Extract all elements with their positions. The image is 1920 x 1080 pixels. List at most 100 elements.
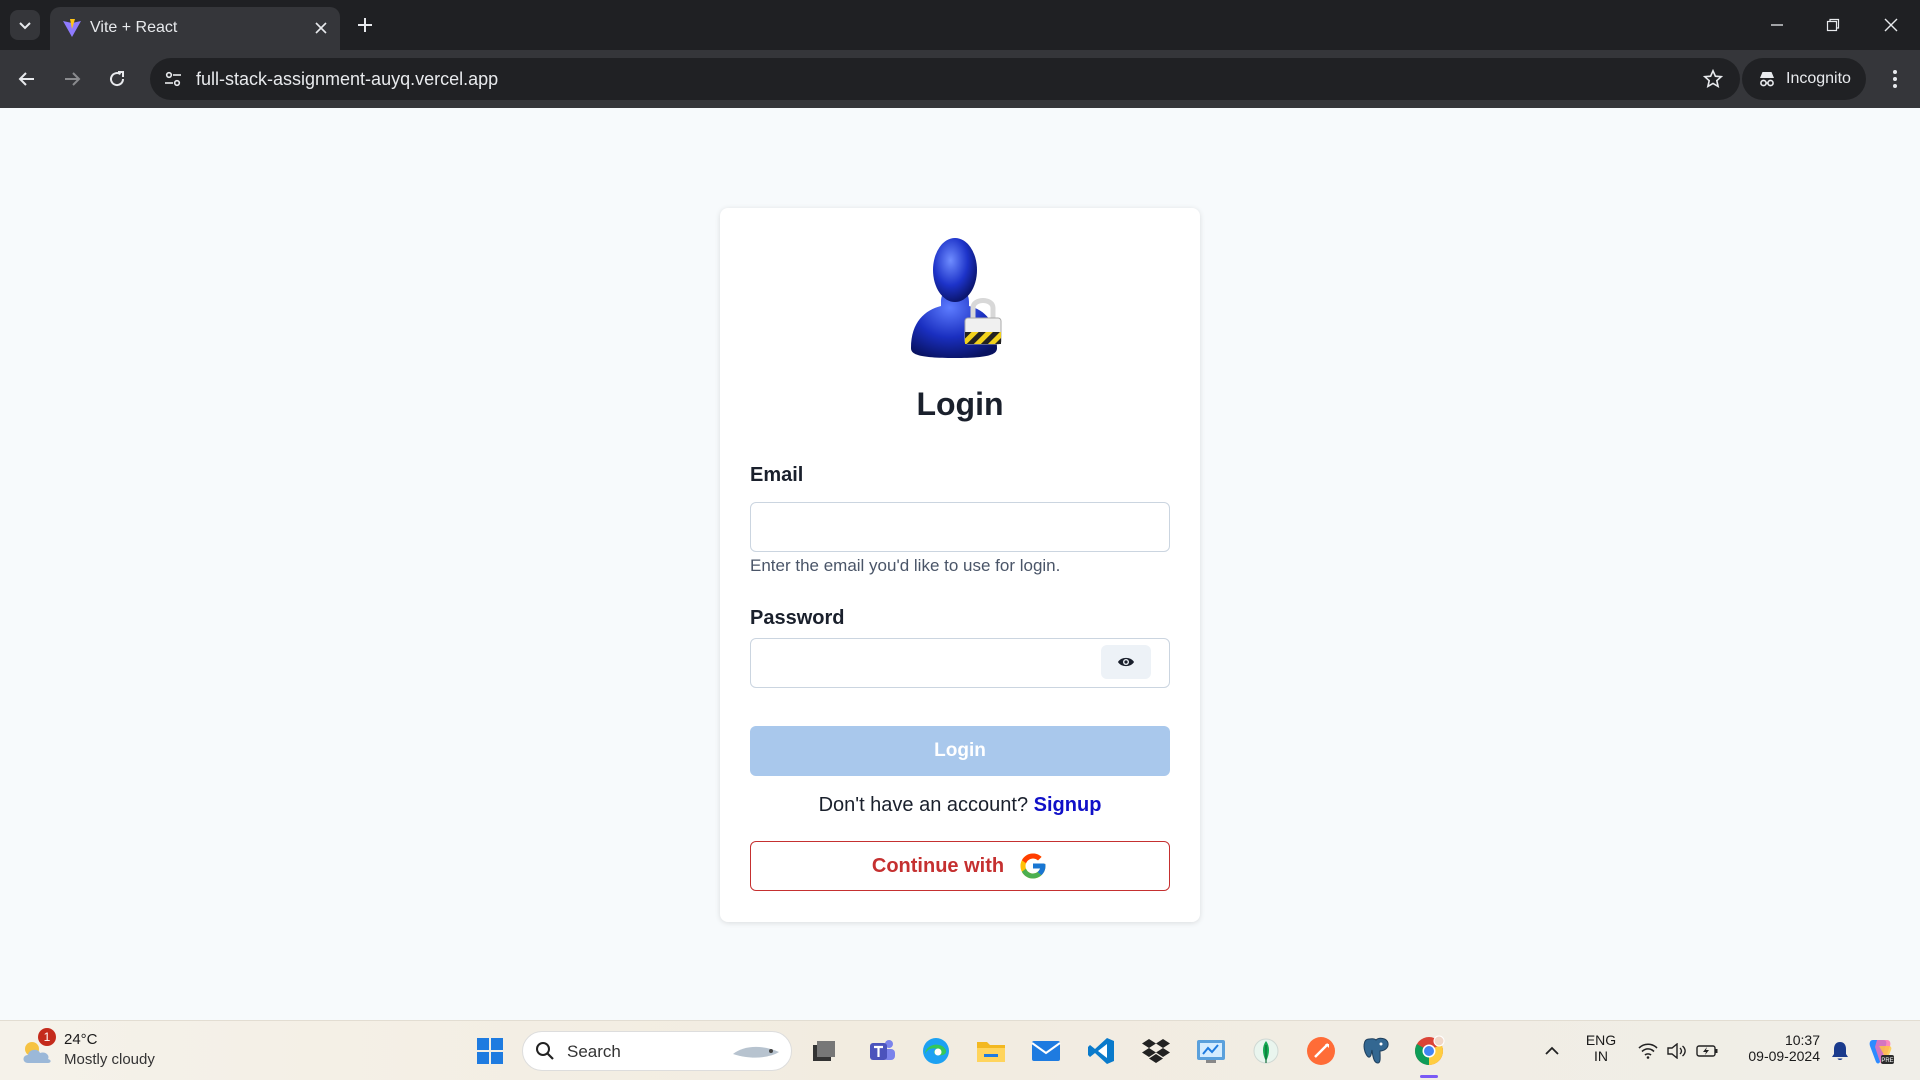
- star-icon: [1703, 69, 1723, 89]
- clock-time: 10:37: [1784, 1032, 1820, 1048]
- arrow-right-icon: [65, 72, 81, 86]
- battery-charging-icon: [1696, 1045, 1718, 1057]
- tune-icon: [165, 71, 181, 87]
- mail-icon: [1031, 1041, 1061, 1061]
- chevron-up-icon: [1545, 1046, 1559, 1055]
- dropbox-button[interactable]: [1136, 1031, 1176, 1071]
- close-icon: [1884, 18, 1898, 32]
- postman-icon: [1307, 1037, 1335, 1065]
- restore-icon: [1826, 18, 1840, 32]
- incognito-icon: [1760, 72, 1774, 87]
- file-explorer-button[interactable]: [971, 1031, 1011, 1071]
- teams-icon: [870, 1040, 895, 1060]
- weather-condition: Mostly cloudy: [64, 1051, 155, 1068]
- bookmark-button[interactable]: [1702, 68, 1724, 90]
- login-card: Login Email Enter the email you'd like t…: [720, 208, 1200, 922]
- login-heading: Login: [916, 386, 1004, 422]
- browser-tab[interactable]: Vite + React: [50, 7, 340, 50]
- postgresql-icon: [1363, 1037, 1389, 1064]
- clock-date: 09-09-2024: [1748, 1048, 1820, 1064]
- signup-prompt-row: Don't have an account? Signup: [720, 794, 1200, 817]
- toggle-password-visibility-button[interactable]: [1101, 645, 1151, 679]
- url-text: full-stack-assignment-auyq.vercel.app: [196, 69, 499, 89]
- email-field[interactable]: [750, 502, 1170, 552]
- browser-menu-button[interactable]: [1880, 64, 1910, 94]
- clock[interactable]: 10:37 09-09-2024: [1730, 1032, 1820, 1064]
- address-bar[interactable]: full-stack-assignment-auyq.vercel.app: [150, 58, 1740, 100]
- postgresql-button[interactable]: [1356, 1031, 1396, 1071]
- eye-icon: [1118, 657, 1134, 667]
- language-code: ENG: [1585, 1032, 1617, 1048]
- arrow-left-icon: [18, 72, 34, 86]
- minimize-button[interactable]: [1762, 10, 1792, 40]
- bell-icon: [1832, 1042, 1848, 1060]
- battery-button[interactable]: [1694, 1031, 1720, 1071]
- forward-button[interactable]: [57, 64, 87, 94]
- mongodb-compass-button[interactable]: [1246, 1031, 1286, 1071]
- new-tab-button[interactable]: [352, 12, 378, 38]
- minimize-icon: [1771, 24, 1783, 26]
- edge-icon: [923, 1038, 949, 1064]
- close-icon: [315, 22, 327, 34]
- taskbar-search-placeholder: Search: [567, 1042, 621, 1061]
- vscode-button[interactable]: [1081, 1031, 1121, 1071]
- wifi-icon: [1638, 1043, 1658, 1059]
- postman-button[interactable]: [1301, 1031, 1341, 1071]
- mongodb-icon: [1253, 1038, 1279, 1064]
- continue-with-google-button[interactable]: Continue with: [750, 841, 1170, 891]
- wifi-button[interactable]: [1636, 1031, 1660, 1071]
- chevron-down-icon: [19, 22, 31, 30]
- page-content: Login Email Enter the email you'd like t…: [0, 108, 1920, 1020]
- plus-icon: [358, 18, 372, 32]
- region-code: IN: [1594, 1048, 1608, 1064]
- task-view-button[interactable]: [804, 1031, 844, 1071]
- copilot-icon: PRE: [1869, 1040, 1894, 1064]
- volume-button[interactable]: [1665, 1031, 1689, 1071]
- browser-toolbar: full-stack-assignment-auyq.vercel.app In…: [0, 50, 1920, 108]
- signup-prompt-text: Don't have an account?: [818, 794, 1029, 816]
- tab-search-button[interactable]: [10, 10, 40, 40]
- volume-icon: [1667, 1043, 1686, 1059]
- file-explorer-icon: [977, 1042, 1005, 1062]
- email-label: Email: [750, 464, 804, 486]
- chrome-active-indicator: [1420, 1075, 1438, 1078]
- mail-button[interactable]: [1026, 1031, 1066, 1071]
- windows-start-icon: [477, 1038, 503, 1064]
- close-window-button[interactable]: [1876, 10, 1906, 40]
- chrome-icon: [1415, 1035, 1445, 1065]
- vscode-icon: [1088, 1038, 1114, 1064]
- continue-with-label: Continue with: [871, 854, 1005, 877]
- svg-text:PRE: PRE: [1881, 1058, 1893, 1064]
- incognito-label: Incognito: [1786, 70, 1851, 87]
- edge-button[interactable]: [916, 1031, 956, 1071]
- site-info-button[interactable]: [162, 68, 184, 90]
- language-indicator[interactable]: ENG IN: [1580, 1032, 1622, 1064]
- search-highlight-icon: [733, 1046, 779, 1058]
- more-vertical-icon: [1893, 70, 1897, 88]
- user-lock-avatar-icon: [911, 238, 1002, 358]
- chrome-button[interactable]: [1409, 1031, 1449, 1071]
- dropbox-icon: [1142, 1039, 1170, 1063]
- notifications-button[interactable]: [1825, 1031, 1855, 1071]
- back-button[interactable]: [12, 64, 42, 94]
- copilot-button[interactable]: PRE: [1862, 1031, 1898, 1071]
- show-hidden-icons-button[interactable]: [1532, 1031, 1572, 1071]
- restore-button[interactable]: [1818, 10, 1848, 40]
- login-button[interactable]: Login: [750, 726, 1170, 776]
- signup-link[interactable]: Signup: [1034, 794, 1102, 816]
- weather-widget[interactable]: 1 24°C Mostly cloudy: [20, 1028, 190, 1073]
- weather-temperature: 24°C: [64, 1031, 98, 1048]
- task-view-icon: [813, 1041, 835, 1061]
- reload-icon: [110, 71, 125, 87]
- incognito-indicator[interactable]: Incognito: [1742, 58, 1866, 100]
- password-label: Password: [750, 607, 845, 629]
- browser-tab-bar: Vite + React: [0, 0, 1920, 50]
- taskbar-search-box[interactable]: Search: [522, 1031, 792, 1071]
- windows-taskbar: 1 24°C Mostly cloudy Search ENG IN 10:37…: [0, 1020, 1920, 1080]
- teams-button[interactable]: [862, 1031, 902, 1071]
- control-panel-button[interactable]: [1191, 1031, 1231, 1071]
- close-tab-button[interactable]: [310, 17, 332, 39]
- reload-button[interactable]: [102, 64, 132, 94]
- windows-start-button[interactable]: [470, 1031, 510, 1071]
- email-helper-text: Enter the email you'd like to use for lo…: [750, 556, 1061, 575]
